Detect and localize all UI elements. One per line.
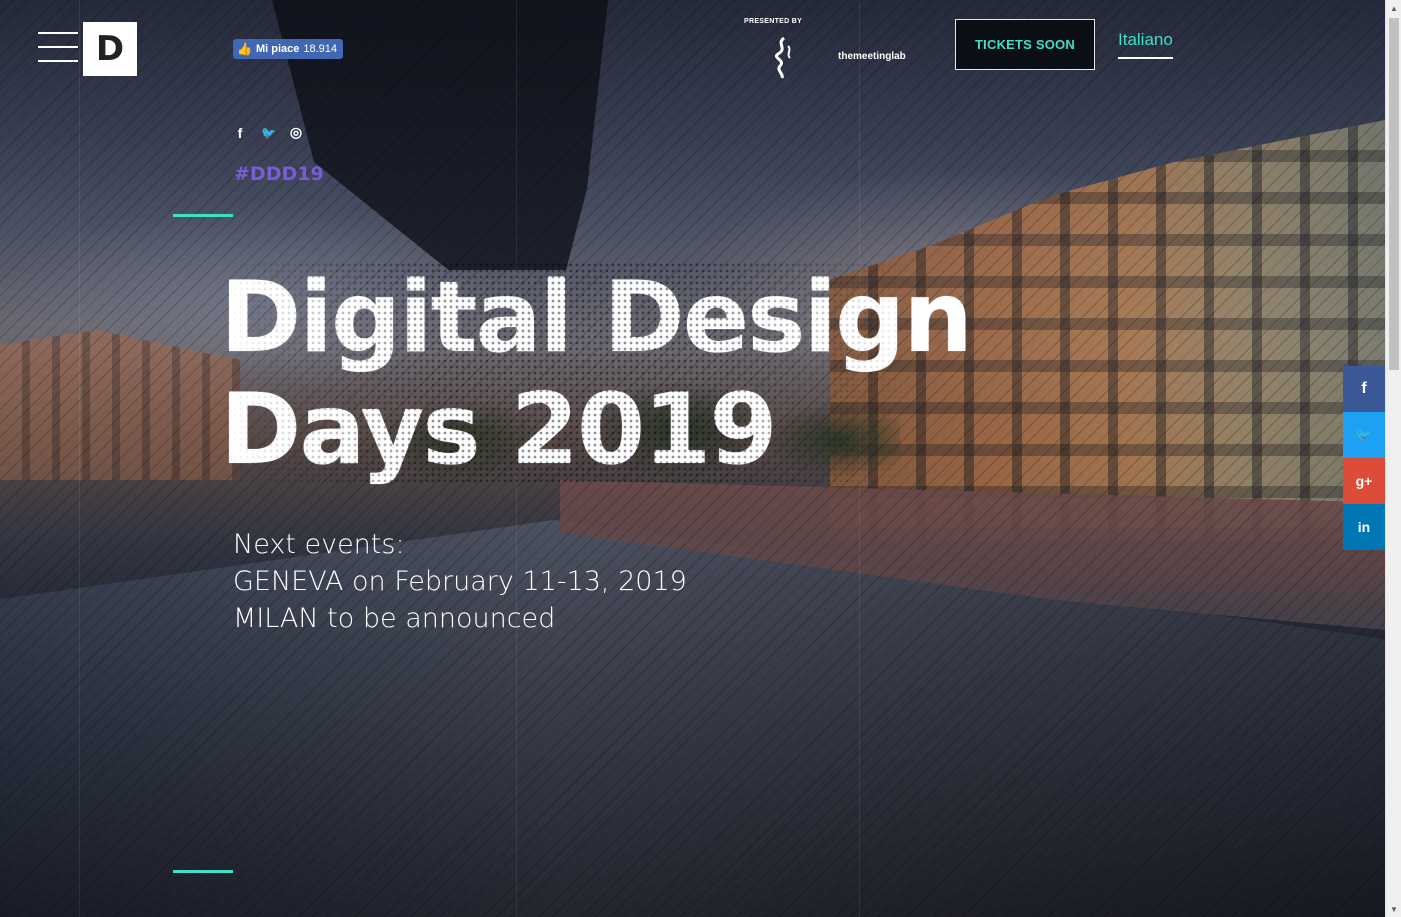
share-google-plus-button[interactable]: g+ xyxy=(1343,458,1385,504)
facebook-icon: f xyxy=(1361,380,1367,397)
instagram-icon[interactable]: ◎ xyxy=(289,124,303,141)
share-twitter-button[interactable]: 🐦 xyxy=(1343,412,1385,458)
sponsor-logo-icon[interactable] xyxy=(768,36,798,80)
scroll-up-arrow-icon[interactable]: ▲ xyxy=(1386,0,1401,16)
menu-bar xyxy=(38,60,78,62)
linkedin-icon: in xyxy=(1357,519,1371,535)
next-event-milan: MILAN to be announced xyxy=(233,603,556,634)
hero-title-line-2: Days 2019 xyxy=(220,373,778,487)
buildings-left xyxy=(0,330,240,480)
share-facebook-button[interactable]: f xyxy=(1343,366,1385,412)
thumbs-up-icon: 👍 xyxy=(237,42,252,56)
scroll-down-arrow-icon[interactable]: ▼ xyxy=(1386,901,1401,917)
facebook-icon[interactable]: f xyxy=(233,125,247,141)
fb-like-count: 18.914 xyxy=(303,43,338,55)
hero-background: D 👍 Mi piace 18.914 PRESENTED BY themeet… xyxy=(0,0,1385,917)
twitter-icon[interactable]: 🐦 xyxy=(261,126,276,140)
tickets-button[interactable]: TICKETS SOON xyxy=(955,19,1095,70)
google-plus-icon: g+ xyxy=(1355,473,1373,489)
share-bar: f 🐦 g+ in xyxy=(1343,366,1385,550)
menu-toggle-button[interactable] xyxy=(38,32,80,64)
next-event-geneva: GENEVA on February 11-13, 2019 xyxy=(233,566,687,597)
accent-line-top xyxy=(173,214,233,217)
next-events-heading: Next events: xyxy=(233,529,405,560)
presented-by-label: PRESENTED BY xyxy=(744,18,803,25)
facebook-like-button[interactable]: 👍 Mi piace 18.914 xyxy=(233,39,344,59)
site-logo[interactable]: D xyxy=(83,22,137,76)
share-linkedin-button[interactable]: in xyxy=(1343,504,1385,550)
accent-line-bottom xyxy=(173,870,233,873)
twitter-icon: 🐦 xyxy=(1355,427,1373,442)
logo-letter: D xyxy=(95,29,125,69)
menu-bar xyxy=(38,32,78,34)
menu-bar xyxy=(38,46,78,48)
partner-logo[interactable]: themeetinglab xyxy=(838,51,906,62)
page-scrollbar[interactable]: ▲ ▼ xyxy=(1385,0,1401,917)
hero-title: Digital Design Days 2019 xyxy=(220,261,973,487)
grid-line xyxy=(79,0,80,917)
hashtag[interactable]: #DDD19 xyxy=(234,163,324,185)
fb-like-label: Mi piace xyxy=(255,43,300,55)
scrollbar-thumb[interactable] xyxy=(1389,18,1399,370)
next-events: Next events: GENEVA on February 11-13, 2… xyxy=(233,526,687,637)
social-links: f 🐦 ◎ xyxy=(233,124,303,141)
language-switch-link[interactable]: Italiano xyxy=(1118,30,1173,59)
hero-title-line-1: Digital Design xyxy=(220,261,973,375)
